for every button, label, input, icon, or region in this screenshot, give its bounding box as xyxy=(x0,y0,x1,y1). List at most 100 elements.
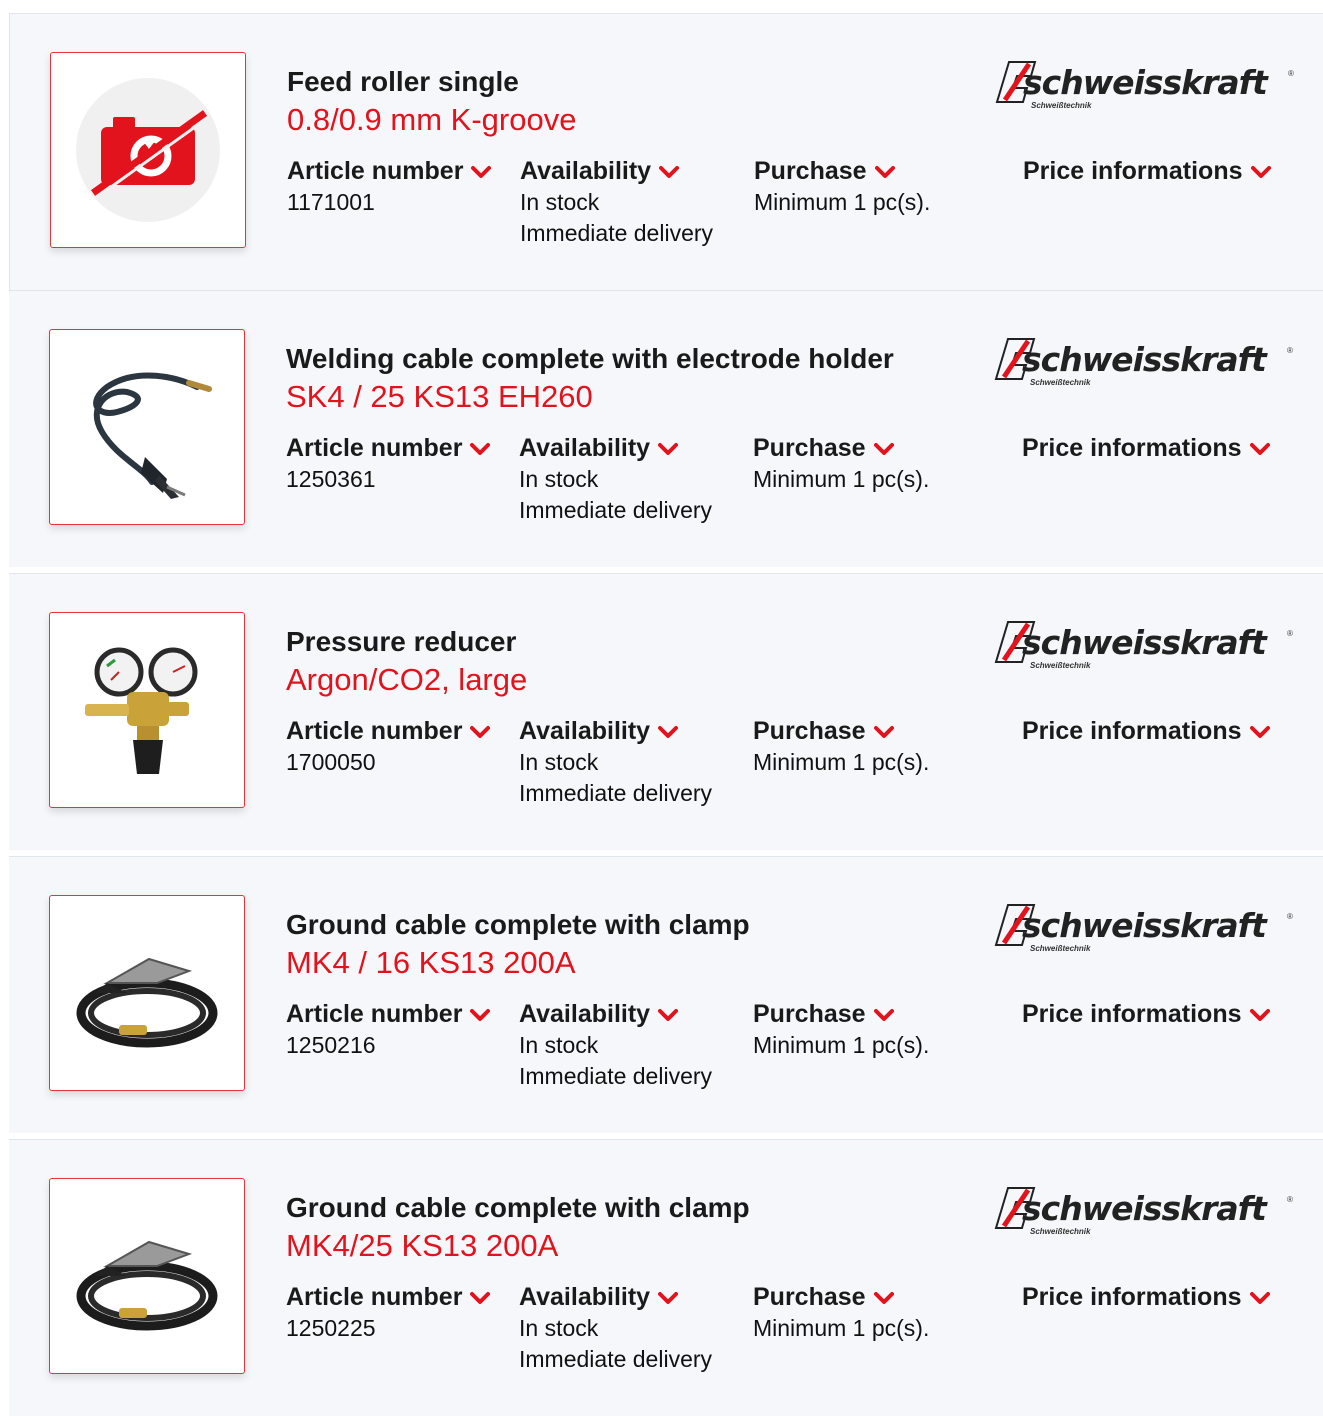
delivery-status: Immediate delivery xyxy=(519,497,713,523)
article-number-toggle[interactable]: Article number xyxy=(286,433,490,464)
article-number-column: Article number 1250225 xyxy=(286,1282,490,1344)
article-number-value: 1700050 xyxy=(286,749,376,775)
chevron-down-icon xyxy=(1250,1008,1270,1022)
stock-status: In stock xyxy=(519,1315,599,1341)
article-number-column: Article number 1700050 xyxy=(286,716,490,778)
purchase-column: Purchase Minimum 1 pc(s). xyxy=(753,1282,929,1344)
product-card: Ground cable complete with clamp MK4 / 1… xyxy=(9,856,1323,1133)
product-subtitle[interactable]: MK4/25 KS13 200A xyxy=(286,1228,558,1264)
purchase-toggle[interactable]: Purchase xyxy=(753,1282,929,1313)
price-column: Price informations xyxy=(1022,433,1270,464)
purchase-column: Purchase Minimum 1 pc(s). xyxy=(753,716,929,778)
purchase-label: Purchase xyxy=(753,1283,866,1311)
minimum-quantity: Minimum 1 pc(s). xyxy=(753,1032,930,1058)
article-number-value: 1250361 xyxy=(286,466,376,492)
delivery-status: Immediate delivery xyxy=(519,1346,713,1372)
purchase-toggle[interactable]: Purchase xyxy=(753,433,929,464)
stock-status: In stock xyxy=(519,466,599,492)
article-number-value: 1250225 xyxy=(286,1315,376,1341)
chevron-down-icon xyxy=(1250,725,1270,739)
article-number-toggle[interactable]: Article number xyxy=(286,716,490,747)
availability-toggle[interactable]: Availability xyxy=(519,1282,712,1313)
product-subtitle[interactable]: 0.8/0.9 mm K-groove xyxy=(287,102,576,138)
price-informations-toggle[interactable]: Price informations xyxy=(1022,999,1270,1030)
availability-column: Availability In stock Immediate delivery xyxy=(519,716,712,809)
purchase-toggle[interactable]: Purchase xyxy=(753,716,929,747)
product-image-link[interactable] xyxy=(49,329,245,525)
availability-label: Availability xyxy=(519,434,651,462)
product-image-link[interactable] xyxy=(49,895,245,1091)
availability-toggle[interactable]: Availability xyxy=(520,156,713,187)
welding-cable-image xyxy=(93,372,212,499)
product-title[interactable]: Welding cable complete with electrode ho… xyxy=(286,343,894,375)
minimum-quantity: Minimum 1 pc(s). xyxy=(753,1315,930,1341)
product-image-link[interactable] xyxy=(49,612,245,808)
schweisskraft-logo xyxy=(994,614,1294,676)
stock-status: In stock xyxy=(520,189,600,215)
no-image-placeholder-icon xyxy=(76,78,220,222)
availability-label: Availability xyxy=(519,717,651,745)
article-number-toggle[interactable]: Article number xyxy=(286,1282,490,1313)
article-number-label: Article number xyxy=(286,1000,463,1028)
article-number-toggle[interactable]: Article number xyxy=(286,999,490,1030)
purchase-toggle[interactable]: Purchase xyxy=(753,999,929,1030)
schweisskraft-logo xyxy=(994,331,1294,393)
article-number-label: Article number xyxy=(287,157,464,185)
chevron-down-icon xyxy=(470,725,490,739)
article-number-column: Article number 1250361 xyxy=(286,433,490,495)
article-number-label: Article number xyxy=(286,1283,463,1311)
minimum-quantity: Minimum 1 pc(s). xyxy=(753,749,930,775)
availability-toggle[interactable]: Availability xyxy=(519,433,712,464)
product-title[interactable]: Ground cable complete with clamp xyxy=(286,909,750,941)
chevron-down-icon xyxy=(470,1008,490,1022)
availability-label: Availability xyxy=(520,157,652,185)
ground-cable-image xyxy=(76,1240,218,1331)
purchase-label: Purchase xyxy=(753,1000,866,1028)
chevron-down-icon xyxy=(471,165,491,179)
chevron-down-icon xyxy=(1250,1291,1270,1305)
chevron-down-icon xyxy=(875,165,895,179)
price-informations-toggle[interactable]: Price informations xyxy=(1022,433,1270,464)
product-subtitle[interactable]: MK4 / 16 KS13 200A xyxy=(286,945,576,981)
delivery-status: Immediate delivery xyxy=(519,1063,713,1089)
product-title[interactable]: Feed roller single xyxy=(287,66,519,98)
chevron-down-icon xyxy=(874,1291,894,1305)
product-image-link[interactable] xyxy=(50,52,246,248)
purchase-toggle[interactable]: Purchase xyxy=(754,156,930,187)
chevron-down-icon xyxy=(470,442,490,456)
price-informations-label: Price informations xyxy=(1022,1000,1242,1028)
pressure-reducer-image xyxy=(85,647,198,774)
product-card: Welding cable complete with electrode ho… xyxy=(9,290,1323,567)
product-image-link[interactable] xyxy=(49,1178,245,1374)
schweisskraft-logo xyxy=(994,897,1294,959)
price-informations-label: Price informations xyxy=(1023,157,1243,185)
chevron-down-icon xyxy=(658,1291,678,1305)
chevron-down-icon xyxy=(874,442,894,456)
chevron-down-icon xyxy=(874,1008,894,1022)
purchase-column: Purchase Minimum 1 pc(s). xyxy=(754,156,930,218)
purchase-label: Purchase xyxy=(754,157,867,185)
availability-toggle[interactable]: Availability xyxy=(519,716,712,747)
availability-label: Availability xyxy=(519,1283,651,1311)
stock-status: In stock xyxy=(519,1032,599,1058)
product-title[interactable]: Pressure reducer xyxy=(286,626,516,658)
price-informations-toggle[interactable]: Price informations xyxy=(1022,1282,1270,1313)
ground-cable-image xyxy=(76,957,218,1048)
purchase-label: Purchase xyxy=(753,434,866,462)
price-column: Price informations xyxy=(1022,716,1270,747)
article-number-column: Article number 1250216 xyxy=(286,999,490,1061)
price-informations-toggle[interactable]: Price informations xyxy=(1022,716,1270,747)
availability-toggle[interactable]: Availability xyxy=(519,999,712,1030)
availability-column: Availability In stock Immediate delivery xyxy=(519,433,712,526)
price-column: Price informations xyxy=(1022,1282,1270,1313)
price-informations-toggle[interactable]: Price informations xyxy=(1023,156,1271,187)
chevron-down-icon xyxy=(1250,442,1270,456)
purchase-label: Purchase xyxy=(753,717,866,745)
product-subtitle[interactable]: SK4 / 25 KS13 EH260 xyxy=(286,379,593,415)
chevron-down-icon xyxy=(658,442,678,456)
article-number-toggle[interactable]: Article number xyxy=(287,156,491,187)
delivery-status: Immediate delivery xyxy=(520,220,714,246)
price-informations-label: Price informations xyxy=(1022,717,1242,745)
product-subtitle[interactable]: Argon/CO2, large xyxy=(286,662,527,698)
product-title[interactable]: Ground cable complete with clamp xyxy=(286,1192,750,1224)
